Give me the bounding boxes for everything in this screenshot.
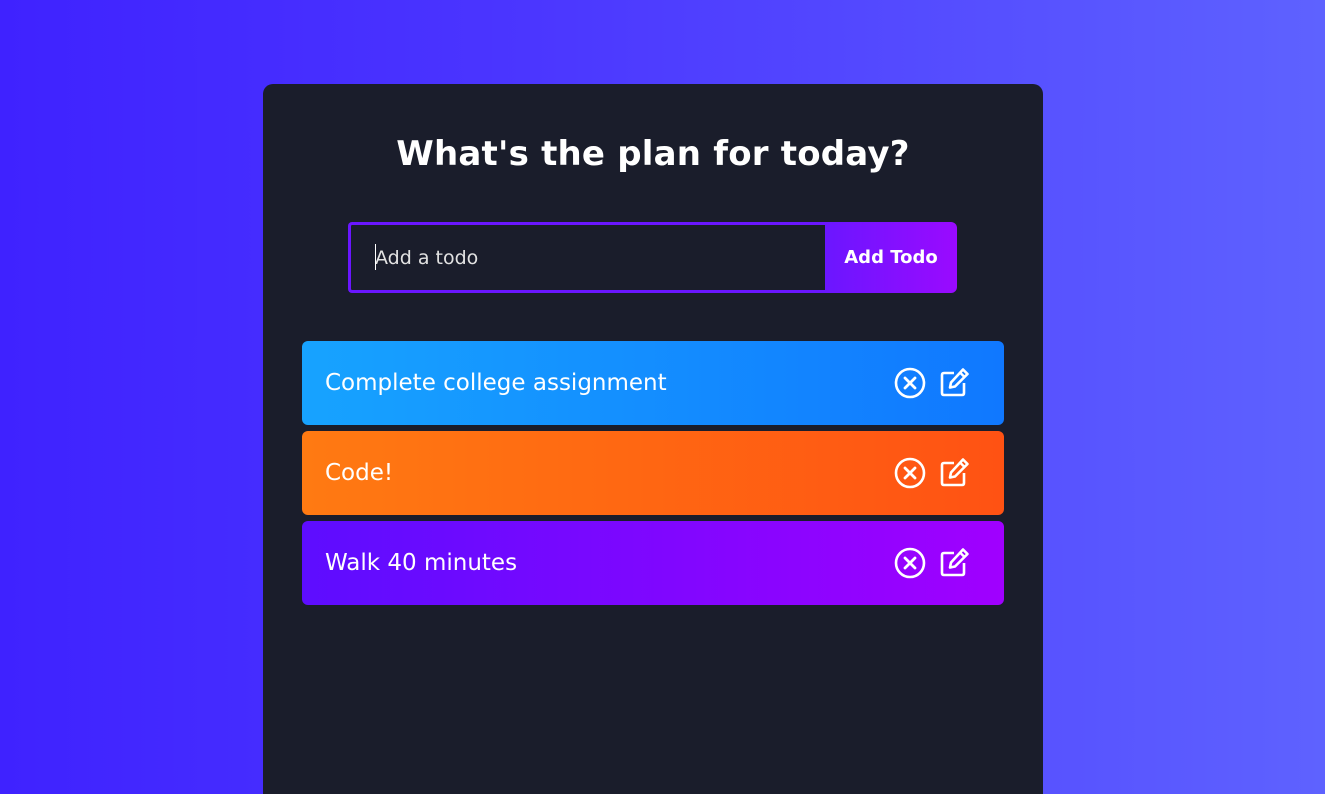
close-circle-icon[interactable] [893, 456, 927, 490]
close-circle-icon[interactable] [893, 546, 927, 580]
page-title: What's the plan for today? [396, 134, 910, 174]
todo-app-panel: What's the plan for today? Add Todo Comp… [263, 84, 1043, 794]
add-todo-button[interactable]: Add Todo [825, 222, 957, 293]
todo-item: Walk 40 minutes [302, 521, 1004, 605]
text-cursor [375, 244, 376, 270]
todo-form: Add Todo [348, 222, 957, 293]
edit-icon[interactable] [937, 456, 971, 490]
todo-item-actions [893, 546, 971, 580]
close-circle-icon[interactable] [893, 366, 927, 400]
todo-input[interactable] [348, 222, 825, 293]
todo-item-actions [893, 456, 971, 490]
edit-icon[interactable] [937, 366, 971, 400]
todo-item: Code! [302, 431, 1004, 515]
todo-item: Complete college assignment [302, 341, 1004, 425]
edit-icon[interactable] [937, 546, 971, 580]
todo-item-actions [893, 366, 971, 400]
